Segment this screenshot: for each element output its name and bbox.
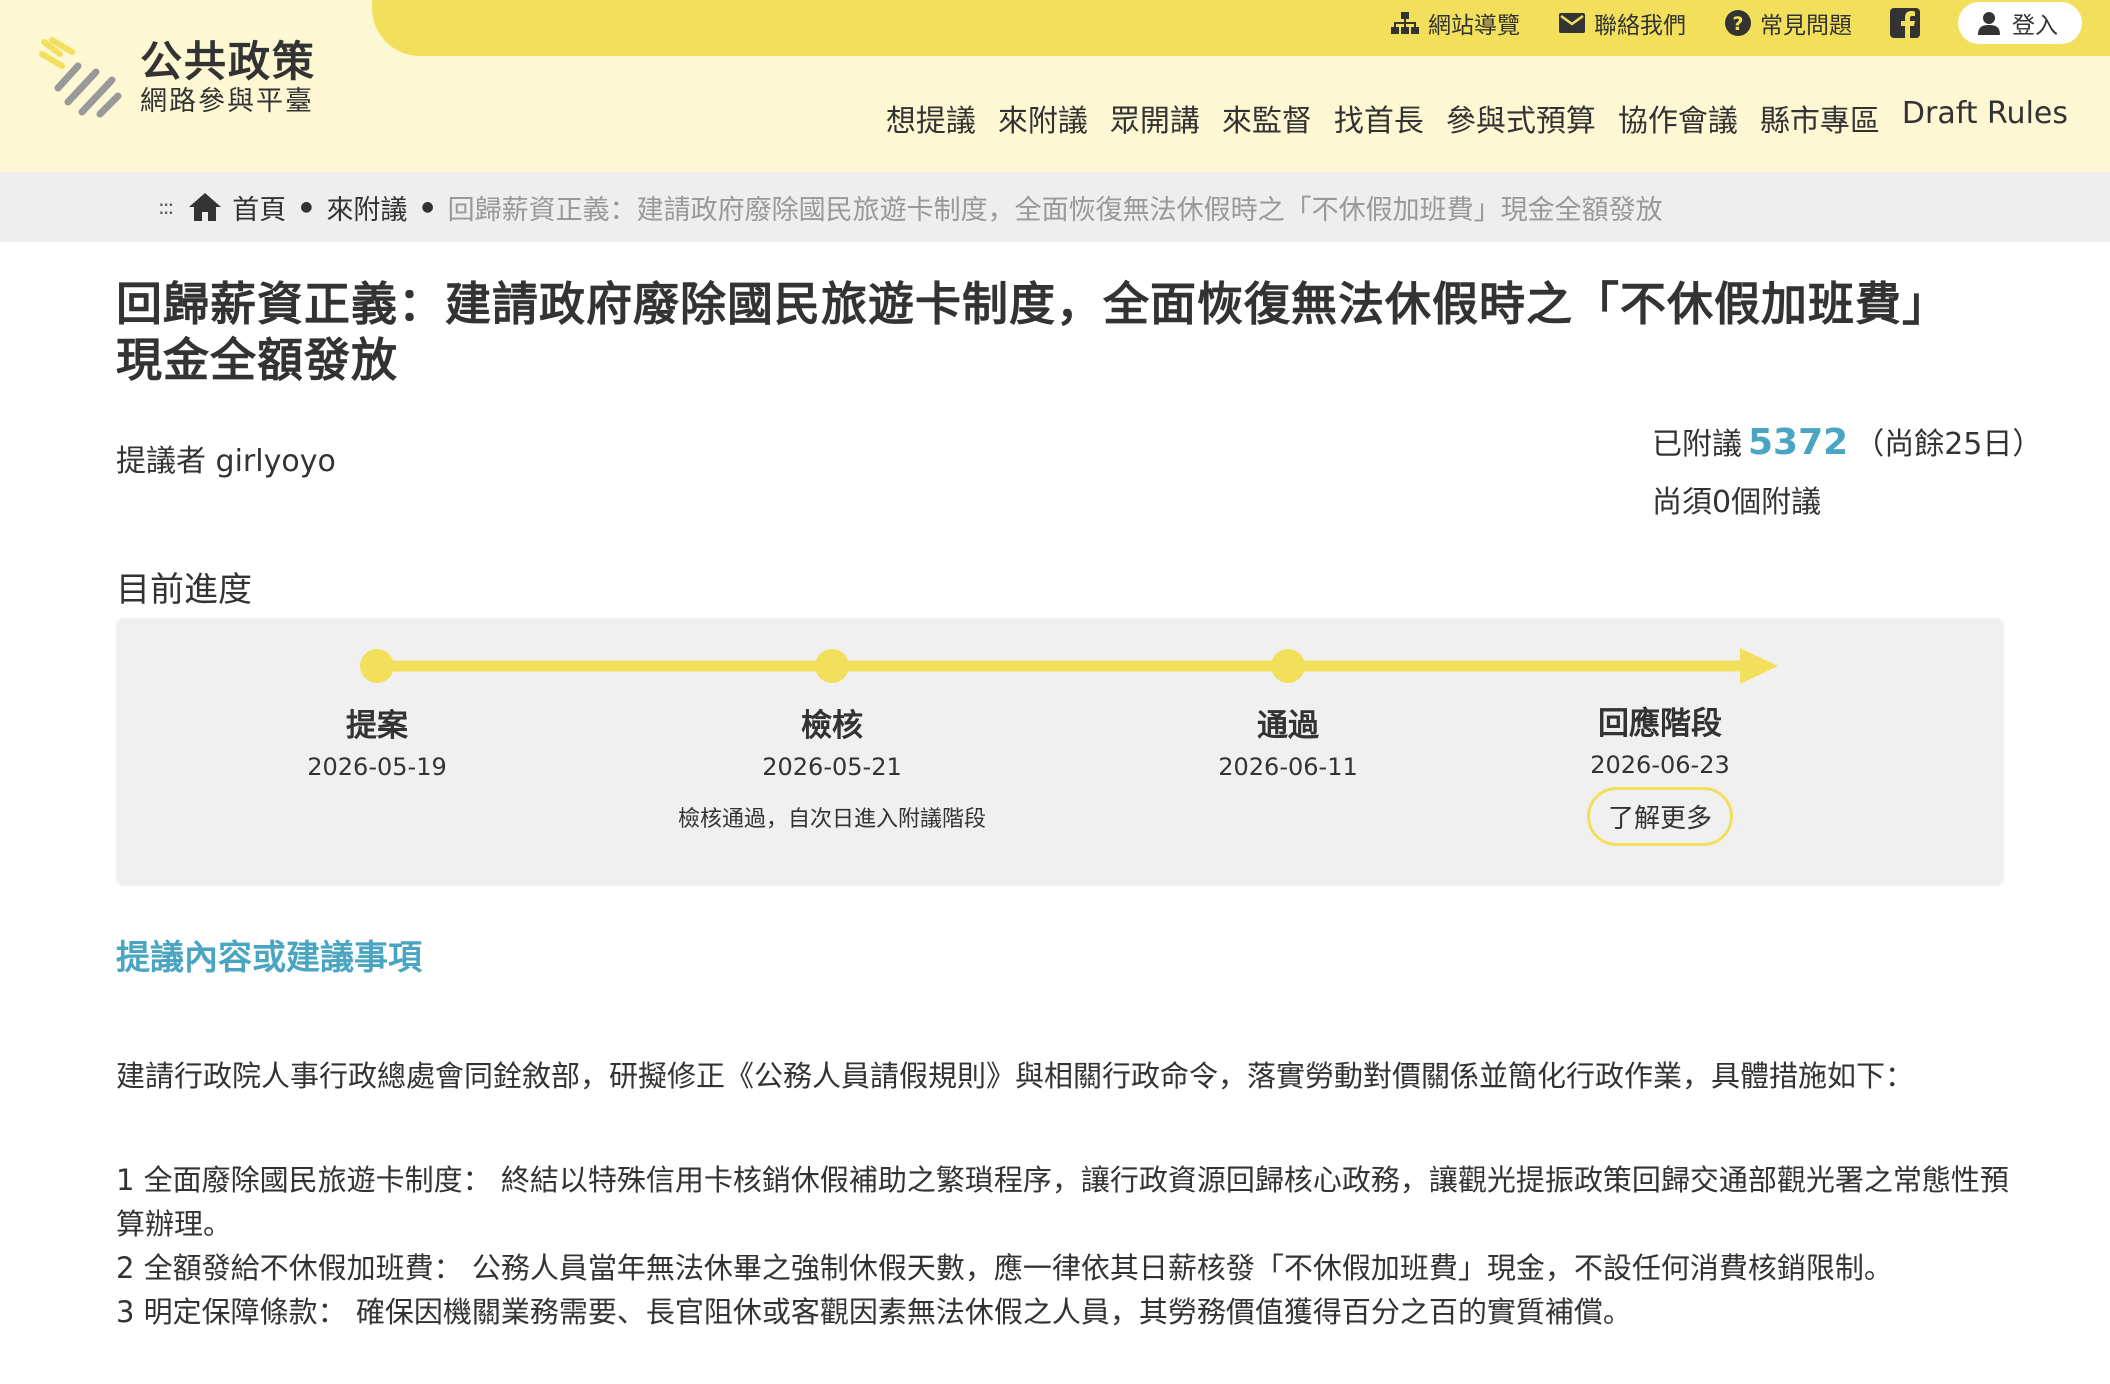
step-dot-review (815, 649, 849, 683)
main-nav: 想提議 來附議 眾開講 來監督 找首長 參與式預算 協作會議 縣市專區 Draf… (886, 96, 2068, 140)
facebook-icon (1890, 8, 1920, 38)
breadcrumb-home[interactable]: 首頁 (232, 188, 286, 227)
nav-item-propose[interactable]: 想提議 (886, 96, 976, 140)
site-header: 公共政策 網路參與平臺 網站導覽 聯絡我們 ? 常見問題 登入 想提議 來附議 … (0, 0, 2110, 172)
step-date: 2026-06-23 (1590, 751, 1730, 779)
faq-label: 常見問題 (1760, 13, 1852, 39)
breadcrumb-current: 回歸薪資正義：建請政府廢除國民旅遊卡制度，全面恢復無法休假時之「不休假加班費」現… (447, 194, 1663, 226)
breadcrumb: ::: 首頁 ● 來附議 ● 回歸薪資正義：建請政府廢除國民旅遊卡制度，全面恢復… (0, 172, 2110, 242)
mail-icon (1559, 13, 1585, 33)
step-review: 檢核 2026-05-21 檢核通過，自次日進入附議階段 (662, 700, 1002, 833)
endorsement-count-line: 已附議 5372 （尚餘25日） (1652, 414, 2042, 474)
step-proposal: 提案 2026-05-19 (207, 700, 547, 781)
proposal-content: 建請行政院人事行政總處會同銓敘部，研擬修正《公務人員請假規則》與相關行政命令，落… (116, 1054, 2016, 1334)
step-response: 回應階段 2026-06-23 了解更多 (1490, 698, 1830, 846)
site-logo[interactable]: 公共政策 網路參與平臺 (38, 36, 316, 120)
step-name: 提案 (346, 708, 408, 744)
progress-arrow-icon (1740, 648, 1778, 684)
top-utility-bar: 網站導覽 聯絡我們 ? 常見問題 登入 (372, 0, 2110, 56)
step-name: 通過 (1257, 708, 1319, 744)
user-icon (1978, 12, 2000, 35)
content-item: 2 全額發給不休假加班費： 公務人員當年無法休畢之強制休假天數，應一律依其日薪核… (116, 1251, 1893, 1285)
contact-label: 聯絡我們 (1594, 13, 1686, 39)
nav-item-monitor[interactable]: 來監督 (1222, 96, 1312, 140)
step-name: 回應階段 (1598, 706, 1722, 742)
home-icon[interactable] (188, 192, 222, 222)
content-item: 1 全面廢除國民旅遊卡制度： 終結以特殊信用卡核銷休假補助之繁瑣程序，讓行政資源… (116, 1163, 2009, 1241)
days-left: （尚餘25日） (1854, 427, 2043, 462)
sitemap-label: 網站導覽 (1428, 13, 1520, 39)
contact-link[interactable]: 聯絡我們 (1558, 6, 1686, 40)
svg-text:?: ? (1732, 13, 1743, 35)
step-date: 2026-05-19 (307, 753, 447, 781)
endorsement-count: 5372 (1748, 422, 1849, 463)
nav-item-draft-rules[interactable]: Draft Rules (1902, 96, 2068, 140)
endorsement-label: 已附議 (1652, 427, 1742, 462)
login-label: 登入 (2012, 13, 2058, 39)
endorsements-remaining: 尚須0個附議 (1652, 485, 1822, 520)
progress-timeline: 提案 2026-05-19 檢核 2026-05-21 檢核通過，自次日進入附議… (116, 618, 2004, 886)
step-note: 檢核通過，自次日進入附議階段 (677, 807, 986, 832)
faq-link[interactable]: ? 常見問題 (1724, 6, 1852, 40)
progress-heading: 目前進度 (116, 570, 252, 610)
step-date: 2026-05-21 (762, 753, 902, 781)
breadcrumb-separator: ● (300, 199, 313, 215)
section-title: 提議內容或建議事項 (116, 938, 422, 978)
step-dot-passed (1271, 649, 1305, 683)
content-intro: 建請行政院人事行政總處會同銓敘部，研擬修正《公務人員請假規則》與相關行政命令，落… (116, 1059, 1915, 1093)
proposer: 提議者 girlyoyo (116, 444, 336, 479)
nav-item-cities[interactable]: 縣市專區 (1760, 96, 1880, 140)
step-dot-proposal (360, 649, 394, 683)
breadcrumb-anchor[interactable]: ::: (158, 195, 174, 219)
logo-hand-icon (39, 37, 122, 118)
nav-item-discuss[interactable]: 眾開講 (1110, 96, 1200, 140)
content-item: 3 明定保障條款： 確保因機關業務需要、長官阻休或客觀因素無法休假之人員，其勞務… (116, 1295, 1632, 1329)
facebook-link[interactable] (1890, 8, 1920, 38)
step-passed: 通過 2026-06-11 (1118, 700, 1458, 781)
page-title: 回歸薪資正義：建請政府廢除國民旅遊卡制度，全面恢復無法休假時之「不休假加班費」現… (116, 277, 1926, 387)
nav-item-officials[interactable]: 找首長 (1334, 96, 1424, 140)
sitemap-link[interactable]: 網站導覽 (1390, 6, 1520, 40)
logo-title: 公共政策 (140, 37, 317, 86)
step-name: 檢核 (801, 708, 863, 744)
login-button[interactable]: 登入 (1958, 2, 2082, 44)
breadcrumb-separator: ● (421, 199, 434, 215)
logo-subtitle: 網路參與平臺 (140, 86, 314, 117)
nav-item-endorse[interactable]: 來附議 (998, 96, 1088, 140)
sitemap-icon (1391, 12, 1419, 34)
endorsement-status: 已附議 5372 （尚餘25日） 尚須0個附議 (1652, 414, 2042, 532)
step-date: 2026-06-11 (1218, 753, 1358, 781)
nav-item-meetings[interactable]: 協作會議 (1618, 96, 1738, 140)
nav-item-budget[interactable]: 參與式預算 (1446, 96, 1596, 140)
breadcrumb-section[interactable]: 來附議 (326, 188, 407, 227)
question-circle-icon: ? (1725, 10, 1751, 36)
learn-more-button[interactable]: 了解更多 (1586, 787, 1733, 846)
